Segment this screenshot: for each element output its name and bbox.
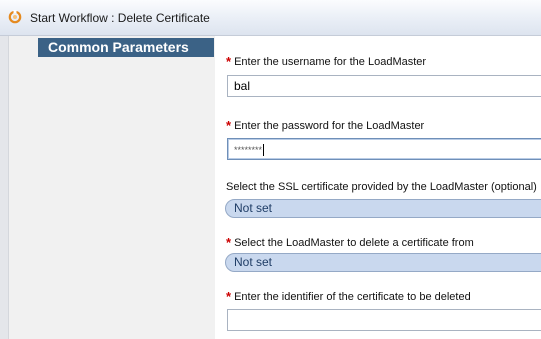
workflow-icon [8,10,22,24]
password-input[interactable]: ******** [227,138,541,160]
username-value: bal [234,79,251,93]
required-star: * [226,235,232,250]
window-title: Start Workflow : Delete Certificate [30,11,210,25]
sidebar [0,36,215,339]
loadmaster-label: * Select the LoadMaster to delete a certi… [226,234,474,250]
username-label-text: Enter the username for the LoadMaster [234,56,427,68]
username-input[interactable]: bal [227,75,541,97]
password-value: ******** [234,145,263,155]
ssl-certificate-label-text: Select the SSL certificate provided by t… [226,181,537,193]
required-star: * [226,118,232,133]
username-label: * Enter the username for the LoadMaster [226,53,427,69]
section-tab-common-parameters[interactable]: Common Parameters [38,38,214,57]
password-label: * Enter the password for the LoadMaster [226,117,425,133]
window-titlebar: Start Workflow : Delete Certificate [0,0,541,36]
certificate-identifier-input[interactable] [227,309,541,331]
sidebar-strip [0,36,9,339]
certificate-identifier-label-text: Enter the identifier of the certificate … [234,291,471,303]
required-star: * [226,289,232,304]
text-caret [263,143,265,156]
required-star: * [226,54,232,69]
loadmaster-select[interactable]: Not set [225,253,541,272]
certificate-identifier-label: * Enter the identifier of the certificate… [226,288,471,304]
ssl-certificate-label: Select the SSL certificate provided by t… [226,181,537,193]
password-label-text: Enter the password for the LoadMaster [234,120,425,132]
ssl-certificate-select[interactable]: Not set [225,199,541,218]
loadmaster-label-text: Select the LoadMaster to delete a certif… [234,237,474,249]
